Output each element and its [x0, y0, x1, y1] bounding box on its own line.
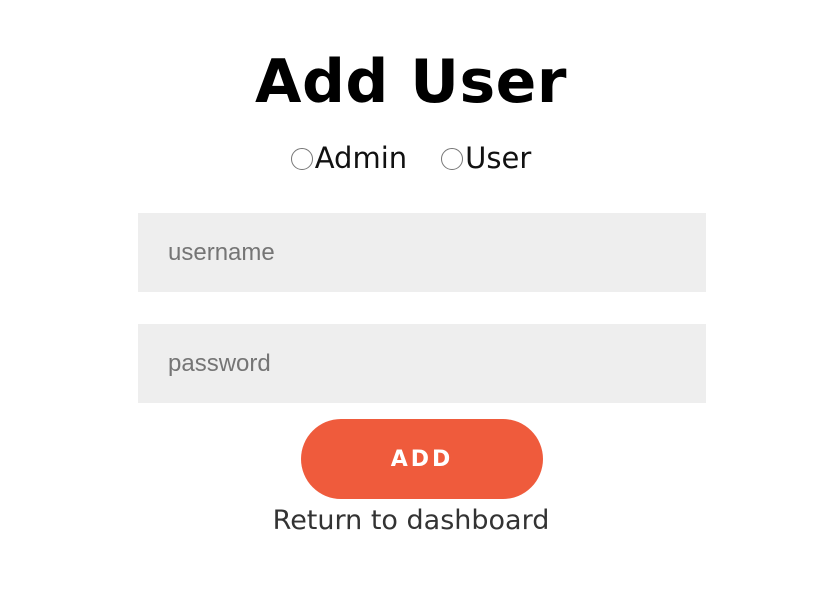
user-radio-button[interactable] — [441, 147, 464, 170]
add-button[interactable]: ADD — [301, 419, 543, 499]
username-input[interactable] — [138, 213, 706, 292]
user-radio-label: User — [465, 141, 532, 175]
admin-radio-button[interactable] — [290, 147, 313, 170]
role-radio-group: Admin User — [0, 138, 822, 178]
password-input[interactable] — [138, 324, 706, 403]
return-to-dashboard-link[interactable]: Return to dashboard — [0, 502, 822, 540]
role-option-user[interactable]: User — [441, 138, 531, 178]
admin-radio-label: Admin — [314, 141, 408, 175]
role-option-admin[interactable]: Admin — [290, 138, 408, 178]
page-title: Add User — [255, 47, 567, 117]
